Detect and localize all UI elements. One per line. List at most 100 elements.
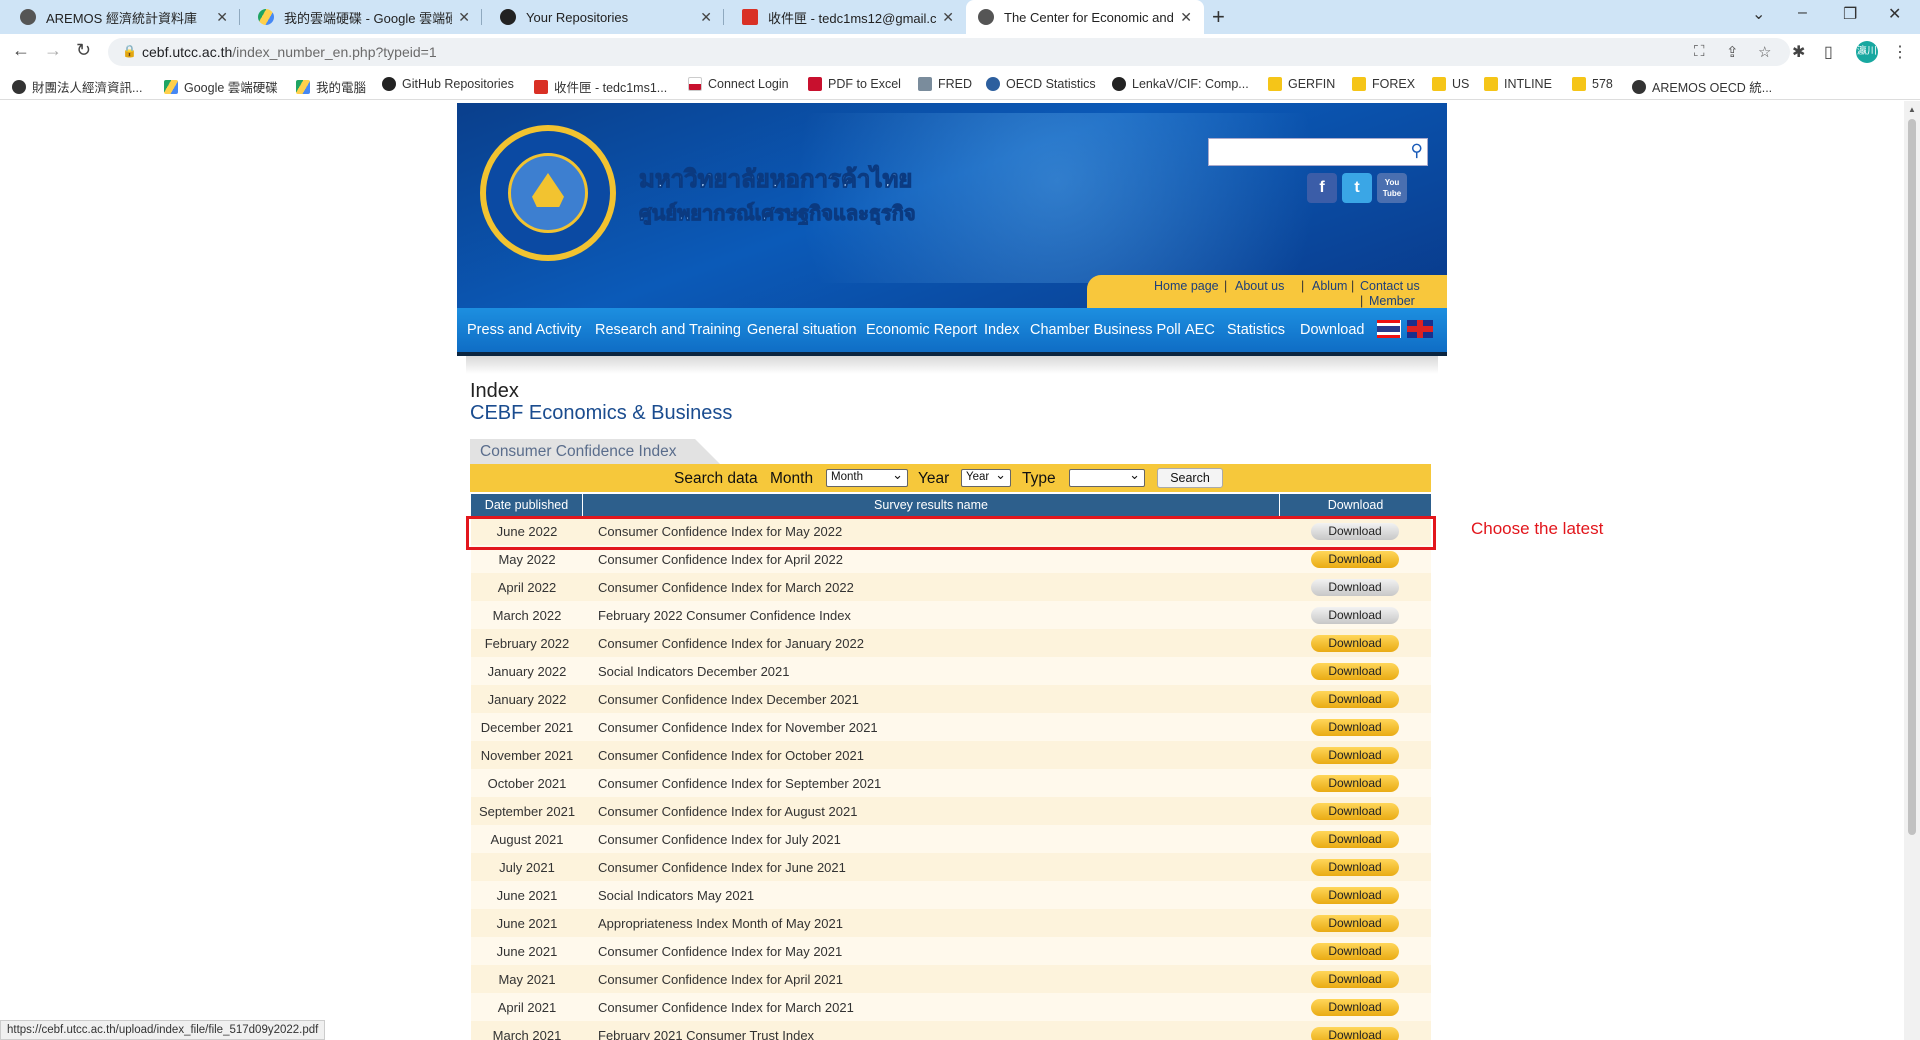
date-published-cell: December 2021 — [480, 720, 574, 735]
scrollbar-thumb[interactable] — [1908, 119, 1916, 835]
nav-statistics[interactable]: Statistics — [1227, 322, 1285, 338]
bookmark-item[interactable]: FOREX — [1352, 77, 1415, 91]
address-bar[interactable]: 🔒 cebf.utcc.ac.th/index_number_en.php?ty… — [108, 38, 1790, 66]
university-seal-logo[interactable] — [480, 125, 616, 261]
youtube-icon[interactable]: You Tube — [1377, 173, 1407, 203]
browser-tab[interactable]: Your Repositories ✕ — [488, 0, 724, 34]
maximize-button[interactable]: ❐ — [1843, 4, 1857, 24]
type-select[interactable] — [1069, 467, 1145, 487]
bookmark-item[interactable]: 財團法人經濟資訊... — [12, 77, 142, 96]
about-us-link[interactable]: About us — [1235, 279, 1284, 293]
home-page-link[interactable]: Home page — [1154, 279, 1219, 293]
page-scrollbar[interactable]: ▲ — [1904, 101, 1920, 1040]
browser-tab[interactable]: 收件匣 - tedc1ms12@gmail.com ✕ — [730, 0, 966, 34]
year-select[interactable]: Year — [961, 467, 1011, 487]
bookmark-item[interactable]: US — [1432, 77, 1469, 91]
download-button[interactable]: Download — [1311, 915, 1399, 932]
member-link[interactable]: Member — [1369, 294, 1415, 308]
download-button[interactable]: Download — [1311, 579, 1399, 596]
back-button[interactable]: ← — [12, 40, 30, 61]
nav-research-training[interactable]: Research and Training — [595, 322, 741, 338]
site-search-input[interactable]: ⚲ — [1208, 138, 1428, 166]
nav-general-situation[interactable]: General situation — [747, 322, 857, 338]
profile-avatar[interactable]: 瀛川 — [1856, 41, 1878, 63]
search-icon[interactable]: ⚲ — [1411, 141, 1423, 161]
close-tab-icon[interactable]: ✕ — [1180, 9, 1192, 26]
nav-economic-report[interactable]: Economic Report — [866, 322, 977, 338]
nav-chamber-business-poll[interactable]: Chamber Business Poll — [1030, 322, 1181, 338]
download-button[interactable]: Download — [1311, 803, 1399, 820]
extensions-icon[interactable]: ✱ — [1792, 42, 1805, 62]
table-row: July 2021 Consumer Confidence Index for J… — [471, 853, 1431, 881]
download-button[interactable]: Download — [1311, 663, 1399, 680]
bookmark-item[interactable]: OECD Statistics — [986, 77, 1096, 91]
lock-icon[interactable]: 🔒 — [122, 44, 137, 58]
close-tab-icon[interactable]: ✕ — [216, 9, 228, 26]
download-button[interactable]: Download — [1311, 775, 1399, 792]
close-window-button[interactable]: ✕ — [1888, 4, 1901, 24]
bookmark-item[interactable]: Google 雲端硬碟 — [164, 77, 278, 96]
column-survey-results-name: Survey results name — [583, 494, 1280, 517]
download-button[interactable]: Download — [1311, 635, 1399, 652]
bookmark-item[interactable]: AREMOS OECD 統... — [1632, 77, 1772, 96]
minimize-button[interactable]: – — [1798, 4, 1807, 22]
page-subtitle: CEBF Economics & Business — [470, 402, 733, 424]
download-button[interactable]: Download — [1311, 551, 1399, 568]
close-tab-icon[interactable]: ✕ — [942, 9, 954, 26]
search-button[interactable]: Search — [1157, 468, 1223, 488]
month-select[interactable]: Month — [826, 467, 908, 487]
bookmark-item[interactable]: INTLINE — [1484, 77, 1552, 91]
download-button[interactable]: Download — [1311, 607, 1399, 624]
download-button[interactable]: Download — [1311, 719, 1399, 736]
date-published-cell: February 2022 — [484, 636, 570, 651]
album-link[interactable]: Ablum — [1312, 279, 1347, 293]
bookmark-item[interactable]: GitHub Repositories — [382, 77, 514, 91]
survey-name-cell: Consumer Confidence Index for July 2021 — [598, 832, 841, 847]
contact-us-link[interactable]: Contact us — [1360, 279, 1420, 293]
close-tab-icon[interactable]: ✕ — [458, 9, 470, 26]
new-tab-button[interactable]: + — [1212, 4, 1225, 30]
bookmark-item[interactable]: FRED — [918, 77, 972, 91]
facebook-icon[interactable]: f — [1307, 173, 1337, 203]
download-button[interactable]: Download — [1311, 971, 1399, 988]
download-button[interactable]: Download — [1311, 691, 1399, 708]
close-tab-icon[interactable]: ✕ — [700, 9, 712, 26]
tab-consumer-confidence-index[interactable]: Consumer Confidence Index — [470, 439, 720, 464]
download-button[interactable]: Download — [1311, 943, 1399, 960]
bookmark-item[interactable]: 我的電腦 — [296, 77, 366, 96]
bookmark-item[interactable]: LenkaV/CIF: Comp... — [1112, 77, 1249, 91]
bookmark-item[interactable]: 收件匣 - tedc1ms1... — [534, 77, 667, 96]
table-row: June 2021 Appropriateness Index Month of … — [471, 909, 1431, 937]
download-button[interactable]: Download — [1311, 859, 1399, 876]
bookmark-item[interactable]: PDF to Excel — [808, 77, 901, 91]
share-icon[interactable]: ⇪ — [1726, 43, 1739, 61]
download-button[interactable]: Download — [1311, 1027, 1399, 1040]
download-button[interactable]: Download — [1311, 999, 1399, 1016]
download-button[interactable]: Download — [1311, 747, 1399, 764]
nav-index[interactable]: Index — [984, 322, 1019, 338]
translate-icon[interactable]: ⛶ — [1694, 43, 1705, 60]
bookmark-star-icon[interactable]: ☆ — [1758, 43, 1771, 61]
browser-tab-active[interactable]: The Center for Economic and B ✕ — [966, 0, 1204, 34]
nav-download[interactable]: Download — [1300, 322, 1365, 338]
scroll-up-arrow-icon[interactable]: ▲ — [1908, 105, 1916, 114]
download-button[interactable]: Download — [1311, 831, 1399, 848]
browser-tab[interactable]: 我的雲端硬碟 - Google 雲端硬碟 ✕ — [246, 0, 482, 34]
thai-flag-icon[interactable] — [1377, 320, 1401, 338]
nav-press-activity[interactable]: Press and Activity — [467, 322, 581, 338]
menu-icon[interactable]: ⋮ — [1892, 42, 1908, 62]
download-button[interactable]: Download — [1311, 887, 1399, 904]
browser-tab[interactable]: AREMOS 經濟統計資料庫 ✕ — [8, 0, 240, 34]
tab-search-icon[interactable]: ⌄ — [1752, 4, 1765, 24]
bookmark-item[interactable]: GERFIN — [1268, 77, 1335, 91]
uk-flag-icon[interactable] — [1407, 320, 1433, 338]
survey-name-cell: Consumer Confidence Index for June 2021 — [598, 860, 846, 875]
forward-button[interactable]: → — [44, 40, 62, 61]
reload-button[interactable]: ↻ — [76, 40, 91, 61]
thai-subtitle-text: ศูนย์พยากรณ์เศรษฐกิจและธุรกิจ — [639, 201, 916, 225]
nav-aec[interactable]: AEC — [1185, 322, 1215, 338]
twitter-icon[interactable]: t — [1342, 173, 1372, 203]
bookmark-item[interactable]: 578 — [1572, 77, 1613, 91]
bookmark-item[interactable]: Connect Login — [688, 77, 789, 91]
side-panel-icon[interactable]: ▯ — [1824, 42, 1833, 62]
